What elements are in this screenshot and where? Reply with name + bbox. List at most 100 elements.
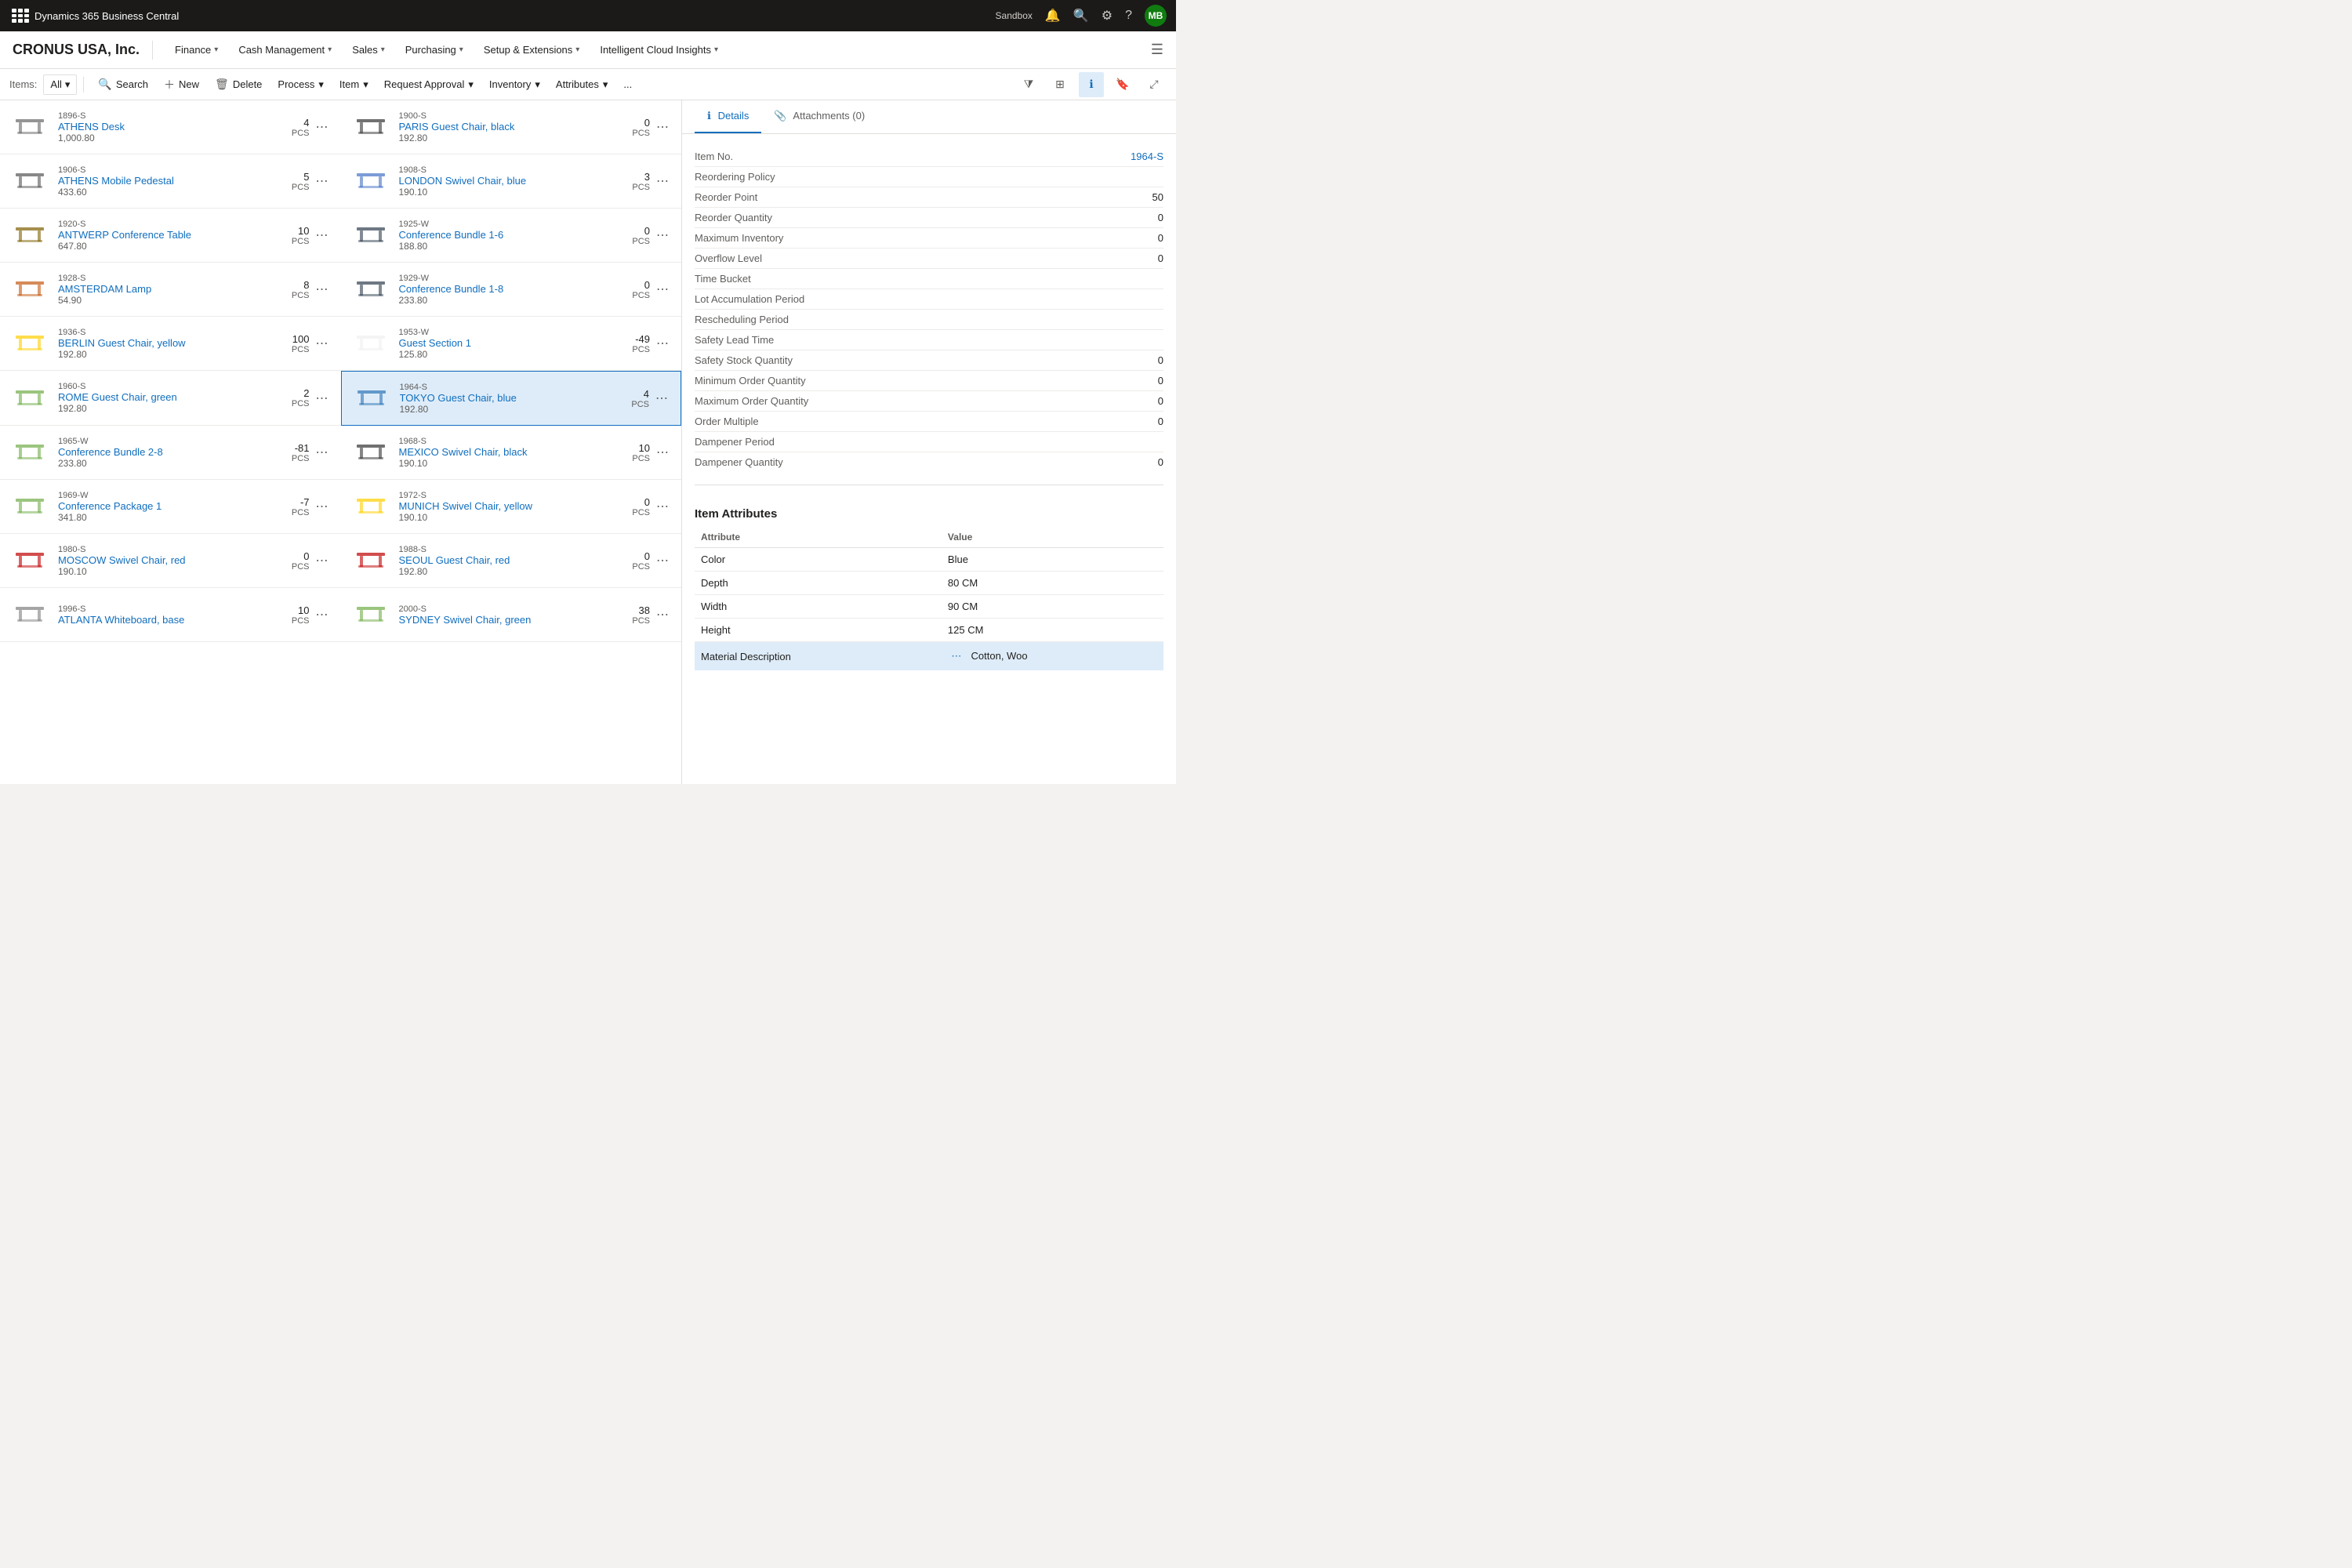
- search-icon[interactable]: 🔍: [1073, 8, 1089, 24]
- request-approval-button[interactable]: Request Approval ▾: [376, 74, 481, 95]
- item-more-button[interactable]: ⋯: [653, 118, 672, 136]
- item-name[interactable]: AMSTERDAM Lamp: [58, 283, 285, 295]
- item-more-button[interactable]: ⋯: [653, 334, 672, 353]
- notification-icon[interactable]: 🔔: [1045, 8, 1061, 24]
- item-more-button[interactable]: ⋯: [652, 389, 671, 408]
- item-name[interactable]: Guest Section 1: [399, 337, 626, 349]
- list-item[interactable]: 1936-S BERLIN Guest Chair, yellow 192.80…: [0, 317, 341, 371]
- filter-icon-button[interactable]: ⧩: [1016, 72, 1041, 97]
- list-item[interactable]: 1980-S MOSCOW Swivel Chair, red 190.10 0…: [0, 534, 341, 588]
- item-name[interactable]: MOSCOW Swivel Chair, red: [58, 554, 285, 566]
- process-button[interactable]: Process ▾: [270, 74, 332, 95]
- item-thumbnail: [350, 161, 391, 201]
- item-name[interactable]: Conference Bundle 1-6: [399, 229, 626, 241]
- item-more-button[interactable]: ⋯: [653, 605, 672, 624]
- list-item[interactable]: 1908-S LONDON Swivel Chair, blue 190.10 …: [341, 154, 682, 209]
- item-name[interactable]: BERLIN Guest Chair, yellow: [58, 337, 285, 349]
- item-name[interactable]: ATHENS Mobile Pedestal: [58, 175, 285, 187]
- item-more-button[interactable]: ⋯: [653, 551, 672, 570]
- list-item[interactable]: 1906-S ATHENS Mobile Pedestal 433.60 5 P…: [0, 154, 341, 209]
- bookmark-icon-button[interactable]: 🔖: [1110, 72, 1135, 97]
- avatar[interactable]: MB: [1145, 5, 1167, 27]
- item-more-button[interactable]: ⋯: [653, 497, 672, 516]
- list-item[interactable]: 1972-S MUNICH Swivel Chair, yellow 190.1…: [341, 480, 682, 534]
- item-qty-number: 3: [632, 171, 650, 183]
- item-name[interactable]: SEOUL Guest Chair, red: [399, 554, 626, 566]
- item-more-button[interactable]: ⋯: [313, 497, 332, 516]
- layout-icon-button[interactable]: ⊞: [1047, 72, 1073, 97]
- item-name[interactable]: PARIS Guest Chair, black: [399, 121, 626, 132]
- item-more-button[interactable]: ⋯: [313, 389, 332, 408]
- more-button[interactable]: ...: [615, 74, 640, 94]
- hamburger-icon[interactable]: ☰: [1151, 42, 1163, 58]
- item-name[interactable]: ROME Guest Chair, green: [58, 391, 285, 403]
- item-name[interactable]: Conference Package 1: [58, 500, 285, 512]
- list-item[interactable]: 1968-S MEXICO Swivel Chair, black 190.10…: [341, 426, 682, 480]
- list-item[interactable]: 1969-W Conference Package 1 341.80 -7 PC…: [0, 480, 341, 534]
- attr-edit-icon[interactable]: ⋯: [948, 648, 965, 665]
- item-more-button[interactable]: ⋯: [313, 118, 332, 136]
- company-name[interactable]: CRONUS USA, Inc.: [13, 42, 140, 58]
- filter-all-button[interactable]: All ▾: [43, 74, 77, 95]
- expand-icon-button[interactable]: ⤢: [1142, 72, 1167, 97]
- item-name[interactable]: MUNICH Swivel Chair, yellow: [399, 500, 626, 512]
- item-name[interactable]: ATHENS Desk: [58, 121, 285, 132]
- item-more-button[interactable]: ⋯: [653, 443, 672, 462]
- item-price: 192.80: [399, 566, 626, 577]
- item-more-button[interactable]: ⋯: [313, 226, 332, 245]
- item-more-button[interactable]: ⋯: [313, 443, 332, 462]
- item-name[interactable]: ANTWERP Conference Table: [58, 229, 285, 241]
- settings-icon[interactable]: ⚙: [1102, 8, 1112, 24]
- menu-item-sales[interactable]: Sales ▾: [343, 38, 394, 62]
- item-more-button[interactable]: ⋯: [653, 280, 672, 299]
- delete-button[interactable]: 🗑 Delete: [207, 74, 270, 95]
- item-name[interactable]: TOKYO Guest Chair, blue: [400, 392, 626, 404]
- menu-item-cloud[interactable]: Intelligent Cloud Insights ▾: [590, 38, 728, 62]
- list-item[interactable]: 1964-S TOKYO Guest Chair, blue 192.80 4 …: [341, 371, 682, 426]
- item-name[interactable]: LONDON Swivel Chair, blue: [399, 175, 626, 187]
- item-name[interactable]: Conference Bundle 2-8: [58, 446, 285, 458]
- list-item[interactable]: 1896-S ATHENS Desk 1,000.80 4 PCS ⋯: [0, 100, 341, 154]
- item-more-button[interactable]: ⋯: [313, 172, 332, 191]
- list-item[interactable]: 1996-S ATLANTA Whiteboard, base 10 PCS ⋯: [0, 588, 341, 642]
- item-more-button[interactable]: ⋯: [313, 605, 332, 624]
- tab-attachments[interactable]: 📎 Attachments (0): [761, 100, 877, 133]
- list-item[interactable]: 1929-W Conference Bundle 1-8 233.80 0 PC…: [341, 263, 682, 317]
- field-value[interactable]: 1964-S: [1131, 151, 1163, 162]
- item-name[interactable]: SYDNEY Swivel Chair, green: [399, 614, 626, 626]
- list-item[interactable]: 1920-S ANTWERP Conference Table 647.80 1…: [0, 209, 341, 263]
- menu-item-cash[interactable]: Cash Management ▾: [229, 38, 341, 62]
- list-item[interactable]: 1960-S ROME Guest Chair, green 192.80 2 …: [0, 371, 341, 426]
- list-item[interactable]: 1988-S SEOUL Guest Chair, red 192.80 0 P…: [341, 534, 682, 588]
- menu-item-setup[interactable]: Setup & Extensions ▾: [474, 38, 590, 62]
- list-item[interactable]: 1925-W Conference Bundle 1-6 188.80 0 PC…: [341, 209, 682, 263]
- menu-item-purchasing[interactable]: Purchasing ▾: [396, 38, 473, 62]
- list-item[interactable]: 1965-W Conference Bundle 2-8 233.80 -81 …: [0, 426, 341, 480]
- item-name[interactable]: Conference Bundle 1-8: [399, 283, 626, 295]
- attributes-button[interactable]: Attributes ▾: [548, 74, 615, 95]
- item-more-button[interactable]: ⋯: [313, 334, 332, 353]
- item-name[interactable]: ATLANTA Whiteboard, base: [58, 614, 285, 626]
- inventory-button[interactable]: Inventory ▾: [481, 74, 548, 95]
- item-more-button[interactable]: ⋯: [653, 226, 672, 245]
- item-button[interactable]: Item ▾: [332, 74, 376, 95]
- new-button[interactable]: ＋ New: [156, 73, 207, 96]
- item-name[interactable]: MEXICO Swivel Chair, black: [399, 446, 626, 458]
- waffle-button[interactable]: [9, 6, 28, 25]
- tab-details[interactable]: ℹ Details: [695, 100, 761, 133]
- list-item[interactable]: 1953-W Guest Section 1 125.80 -49 PCS ⋯: [341, 317, 682, 371]
- item-more-button[interactable]: ⋯: [313, 551, 332, 570]
- item-sku: 1929-W: [399, 274, 626, 283]
- item-more-button[interactable]: ⋯: [313, 280, 332, 299]
- item-more-button[interactable]: ⋯: [653, 172, 672, 191]
- attribute-value: 125 CM: [942, 619, 1163, 642]
- list-item[interactable]: 2000-S SYDNEY Swivel Chair, green 38 PCS…: [341, 588, 682, 642]
- menu-item-finance[interactable]: Finance ▾: [165, 38, 227, 62]
- list-item[interactable]: 1928-S AMSTERDAM Lamp 54.90 8 PCS ⋯: [0, 263, 341, 317]
- list-item[interactable]: 1900-S PARIS Guest Chair, black 192.80 0…: [341, 100, 682, 154]
- info-icon-button[interactable]: ℹ: [1079, 72, 1104, 97]
- item-sku: 1968-S: [399, 437, 626, 446]
- search-button[interactable]: 🔍 Search: [90, 74, 156, 95]
- help-icon[interactable]: ?: [1125, 9, 1132, 23]
- item-qty-unit: PCS: [292, 183, 310, 192]
